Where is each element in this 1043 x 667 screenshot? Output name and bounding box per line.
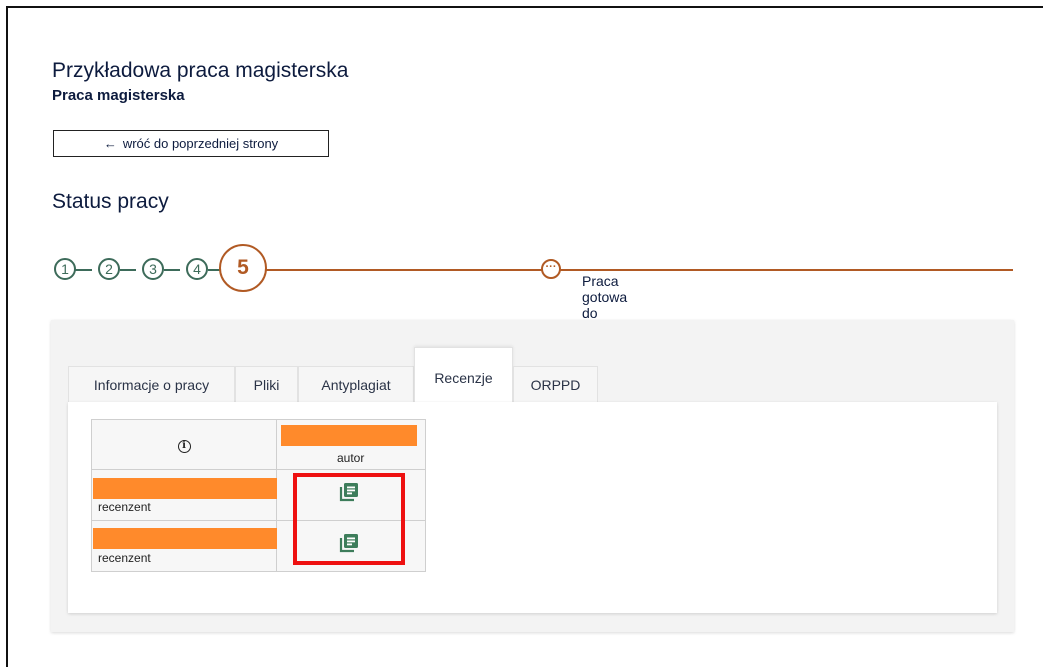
info-header-cell: i bbox=[91, 419, 277, 470]
review-document-icon[interactable] bbox=[339, 482, 359, 502]
review-action-cell bbox=[276, 469, 426, 521]
more-dots-icon: ··· bbox=[541, 259, 561, 279]
redacted-reviewer-name bbox=[93, 478, 281, 499]
tab-pliki[interactable]: Pliki bbox=[235, 366, 298, 403]
review-action-cell bbox=[276, 520, 426, 572]
step-2[interactable]: 2 bbox=[98, 258, 120, 280]
step-connector bbox=[75, 269, 92, 271]
reviewer-cell: recenzent bbox=[91, 520, 278, 572]
redacted-author-name bbox=[281, 425, 417, 446]
author-header-cell: autor bbox=[276, 419, 426, 470]
tab-orppd[interactable]: ORPPD bbox=[513, 366, 598, 403]
reviewer-role-label: recenzent bbox=[98, 551, 151, 565]
tab-recenzje[interactable]: Recenzje bbox=[414, 347, 513, 403]
tab-informacje[interactable]: Informacje o pracy bbox=[68, 366, 235, 403]
page-title: Przykładowa praca magisterska bbox=[52, 59, 349, 82]
progress-line bbox=[266, 269, 1013, 271]
reviewer-role-label: recenzent bbox=[98, 500, 151, 514]
tab-antyplagiat[interactable]: Antyplagiat bbox=[298, 366, 414, 403]
info-icon[interactable]: i bbox=[177, 439, 191, 453]
table-header-row: i autor bbox=[91, 419, 426, 470]
back-button[interactable]: ← wróć do poprzedniej strony bbox=[53, 130, 329, 157]
status-section-title: Status pracy bbox=[52, 190, 169, 213]
review-document-icon[interactable] bbox=[339, 533, 359, 553]
reviews-table: i autor recenzent recenzent bbox=[91, 419, 426, 572]
step-connector bbox=[164, 269, 180, 271]
arrow-left-icon: ← bbox=[103, 136, 117, 151]
table-row: recenzent bbox=[91, 469, 426, 521]
page-subtitle: Praca magisterska bbox=[52, 87, 185, 104]
step-4[interactable]: 4 bbox=[186, 258, 208, 280]
step-1[interactable]: 1 bbox=[54, 258, 76, 280]
redacted-reviewer-name bbox=[93, 528, 278, 549]
reviewer-cell: recenzent bbox=[91, 469, 281, 521]
step-5-current[interactable]: 5 bbox=[219, 244, 267, 292]
author-role-label: autor bbox=[337, 451, 365, 465]
back-button-label: wróć do poprzedniej strony bbox=[122, 136, 279, 151]
step-3[interactable]: 3 bbox=[142, 258, 164, 280]
step-connector bbox=[120, 269, 136, 271]
table-row: recenzent bbox=[91, 520, 426, 572]
